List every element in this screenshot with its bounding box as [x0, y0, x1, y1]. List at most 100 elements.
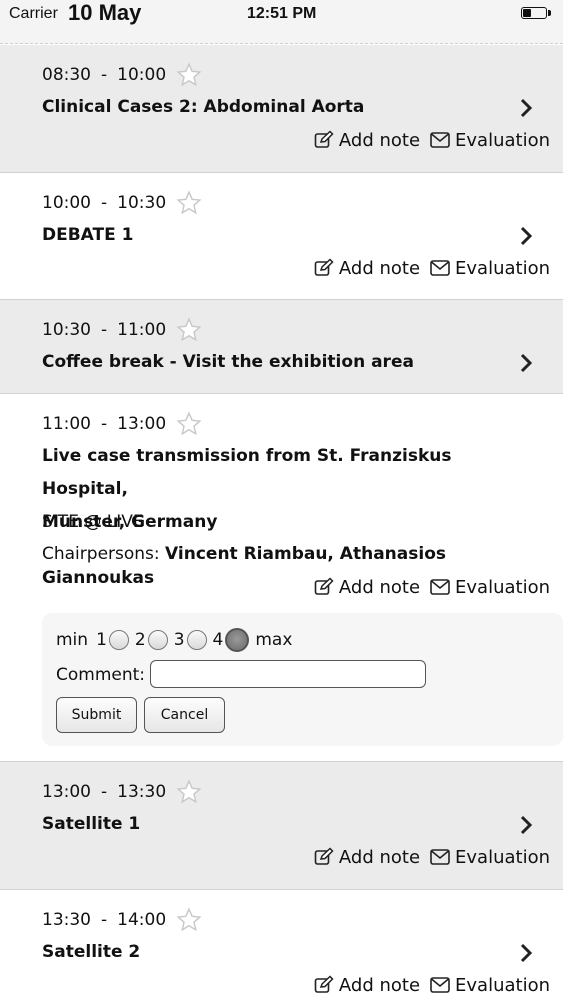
evaluation-form: min 1 2 3 4 max Comment: Submit Cancel	[42, 613, 563, 746]
evaluation-button[interactable]: Evaluation	[430, 130, 550, 151]
end-time: 10:30	[117, 193, 167, 213]
rating-max-label: max	[255, 630, 293, 650]
rating-option-label: 3	[173, 630, 185, 650]
time-separator: -	[101, 65, 108, 85]
edit-icon	[314, 847, 334, 865]
chairpersons-label: Chairpersons:	[42, 544, 160, 564]
status-bar: Carrier 10 May 12:51 PM	[0, 0, 563, 44]
envelope-icon	[430, 579, 450, 595]
battery-icon	[521, 7, 547, 19]
end-time: 13:00	[117, 414, 167, 434]
add-note-label: Add note	[338, 576, 421, 598]
evaluation-button[interactable]: Evaluation	[430, 577, 550, 598]
date-overlay: 10 May	[68, 0, 142, 25]
session-row[interactable]: 08:30 - 10:00 Clinical Cases 2: Abdomina…	[0, 45, 563, 173]
star-icon[interactable]	[176, 62, 202, 88]
rating-min-label: min	[56, 630, 89, 650]
session-subtitle: SITE @ LIVE	[42, 512, 144, 532]
session-row[interactable]: 10:00 - 10:30 DEBATE 1 Add note Evaluati…	[0, 173, 563, 300]
add-note-label: Add note	[338, 257, 421, 279]
session-time: 10:30 - 11:00	[42, 317, 202, 343]
add-note-button[interactable]: Add note	[314, 847, 420, 868]
evaluation-button[interactable]: Evaluation	[430, 975, 550, 996]
edit-icon	[314, 975, 334, 993]
evaluation-button[interactable]: Evaluation	[430, 258, 550, 279]
session-title: Clinical Cases 2: Abdominal Aorta	[42, 97, 365, 117]
add-note-label: Add note	[338, 974, 421, 996]
edit-icon	[314, 258, 334, 276]
chevron-right-icon[interactable]	[518, 942, 534, 964]
session-time: 11:00 - 13:00	[42, 411, 202, 437]
session-time: 08:30 - 10:00	[42, 62, 202, 88]
rating-radio-2[interactable]	[147, 630, 168, 650]
end-time: 11:00	[117, 320, 167, 340]
session-title: Satellite 2	[42, 942, 141, 962]
rating-option-label: 1	[96, 630, 107, 650]
chevron-right-icon[interactable]	[518, 225, 534, 247]
evaluation-button[interactable]: Evaluation	[430, 847, 550, 868]
start-time: 10:30	[42, 320, 91, 340]
start-time: 11:00	[42, 414, 91, 434]
add-note-button[interactable]: Add note	[314, 130, 420, 151]
rating-option-label: 4	[212, 630, 224, 650]
time-separator: -	[101, 193, 108, 213]
add-note-button[interactable]: Add note	[314, 975, 420, 996]
rating-option-label: 2	[134, 630, 146, 650]
edit-icon	[314, 130, 334, 148]
evaluation-label: Evaluation	[455, 576, 550, 598]
edit-icon	[314, 577, 334, 595]
chevron-right-icon[interactable]	[518, 97, 534, 119]
session-title-line: Live case transmission from St. Franzisk…	[42, 446, 452, 499]
add-note-label: Add note	[338, 129, 421, 151]
rating-radio-3[interactable]	[186, 630, 207, 650]
rating-row: min 1 2 3 4 max	[56, 628, 292, 652]
clock: 12:51 PM	[247, 5, 317, 22]
start-time: 08:30	[42, 65, 91, 85]
end-time: 13:30	[117, 782, 167, 802]
cancel-button[interactable]: Cancel	[144, 697, 225, 733]
rating-radio-1[interactable]	[108, 630, 129, 650]
time-separator: -	[101, 910, 108, 930]
evaluation-label: Evaluation	[455, 129, 550, 151]
submit-button[interactable]: Submit	[56, 697, 137, 733]
star-icon[interactable]	[176, 317, 202, 343]
evaluation-label: Evaluation	[455, 974, 550, 996]
chevron-right-icon[interactable]	[518, 814, 534, 836]
session-title: DEBATE 1	[42, 225, 134, 245]
session-row[interactable]: 13:00 - 13:30 Satellite 1 Add note Evalu…	[0, 762, 563, 890]
start-time: 10:00	[42, 193, 91, 213]
session-title: Satellite 1	[42, 814, 141, 834]
start-time: 13:30	[42, 910, 91, 930]
battery-tip	[548, 10, 551, 16]
star-icon[interactable]	[176, 411, 202, 437]
session-title: Coffee break - Visit the exhibition area	[42, 352, 414, 372]
star-icon[interactable]	[176, 907, 202, 933]
rating-radio-4[interactable]	[225, 628, 250, 652]
time-separator: -	[101, 782, 108, 802]
chevron-right-icon[interactable]	[518, 352, 534, 374]
add-note-label: Add note	[338, 846, 421, 868]
evaluation-label: Evaluation	[455, 846, 550, 868]
session-time: 13:00 - 13:30	[42, 779, 202, 805]
comment-label: Comment:	[56, 665, 146, 685]
end-time: 14:00	[117, 910, 167, 930]
add-note-button[interactable]: Add note	[314, 577, 420, 598]
start-time: 13:00	[42, 782, 91, 802]
time-separator: -	[101, 320, 108, 340]
carrier-label: Carrier	[9, 5, 58, 22]
envelope-icon	[430, 849, 450, 865]
envelope-icon	[430, 260, 450, 276]
comment-input[interactable]	[150, 660, 426, 688]
end-time: 10:00	[117, 65, 167, 85]
session-time: 10:00 - 10:30	[42, 190, 202, 216]
session-row[interactable]: 13:30 - 14:00 Satellite 2 Add note Evalu…	[0, 890, 563, 1000]
evaluation-label: Evaluation	[455, 257, 550, 279]
session-row[interactable]: 10:30 - 11:00 Coffee break - Visit the e…	[0, 300, 563, 394]
star-icon[interactable]	[176, 779, 202, 805]
add-note-button[interactable]: Add note	[314, 258, 420, 279]
envelope-icon	[430, 977, 450, 993]
envelope-icon	[430, 132, 450, 148]
star-icon[interactable]	[176, 190, 202, 216]
time-separator: -	[101, 414, 108, 434]
session-time: 13:30 - 14:00	[42, 907, 202, 933]
